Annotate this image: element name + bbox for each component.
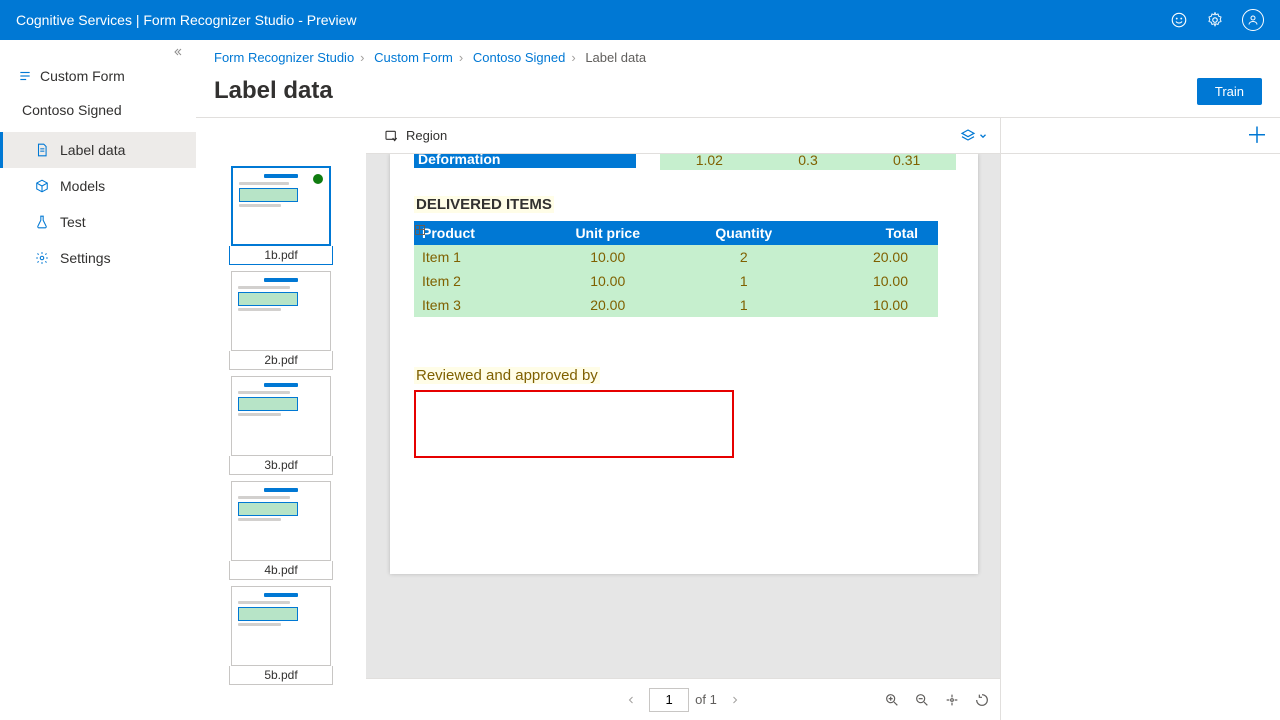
content: 1b.pdf 2b.pdf 3b.pdf — [196, 118, 1280, 720]
thumbnail-item[interactable]: 1b.pdf — [229, 166, 333, 265]
sidebar-item-label: Settings — [60, 250, 111, 266]
breadcrumb: Form Recognizer Studio › Custom Form › Con… — [196, 40, 1280, 69]
thumbnail-label: 1b.pdf — [229, 246, 333, 265]
sidebar-item-label-data[interactable]: Label data — [0, 132, 196, 168]
breadcrumb-link[interactable]: Contoso Signed — [473, 50, 566, 65]
zoom-out-icon[interactable] — [912, 690, 932, 710]
thumbnail-item[interactable]: 3b.pdf — [229, 376, 333, 475]
labels-panel-header: ＋ — [1001, 118, 1280, 154]
thumbnail-item[interactable]: 4b.pdf — [229, 481, 333, 580]
region-tool-button[interactable]: Region — [378, 124, 453, 148]
status-dot-icon — [313, 174, 323, 184]
page-input[interactable] — [649, 688, 689, 712]
table-row: Item 210.00110.00 — [414, 269, 938, 293]
feedback-icon[interactable] — [1170, 11, 1188, 29]
pager-controls: of 1 — [619, 688, 747, 712]
region-tool-label: Region — [406, 128, 447, 143]
fit-screen-icon[interactable] — [942, 690, 962, 710]
breadcrumb-link[interactable]: Custom Form — [374, 50, 453, 65]
table-row: Item 320.00110.00 — [414, 293, 938, 317]
topbar-actions — [1170, 9, 1264, 31]
project-name[interactable]: Contoso Signed — [0, 94, 196, 126]
app-title: Cognitive Services | Form Recognizer Stu… — [16, 12, 1170, 28]
sidebar-item-label: Models — [60, 178, 105, 194]
thumbnail-preview — [231, 376, 331, 456]
thumbnail-preview — [231, 481, 331, 561]
sidebar-item-test[interactable]: Test — [0, 204, 196, 240]
thumbnail-label: 5b.pdf — [229, 666, 333, 685]
thumbnail-preview — [231, 166, 331, 246]
next-page-button[interactable] — [723, 688, 747, 712]
layers-icon — [960, 128, 976, 144]
breadcrumb-current: Label data — [585, 50, 646, 65]
thumbnail-list[interactable]: 1b.pdf 2b.pdf 3b.pdf — [196, 118, 366, 720]
sidebar-item-label: Label data — [60, 142, 125, 158]
table-icon[interactable] — [414, 224, 426, 236]
thumbnail-item[interactable]: 5b.pdf — [229, 586, 333, 685]
thumbnail-label: 2b.pdf — [229, 351, 333, 370]
sidebar-item-label: Test — [60, 214, 86, 230]
cube-icon — [34, 178, 50, 194]
beaker-icon — [34, 214, 50, 230]
table-row-values: 1.02 0.3 0.31 — [660, 154, 956, 170]
thumbnail-item[interactable]: 2b.pdf — [229, 271, 333, 370]
thumbnail-label: 4b.pdf — [229, 561, 333, 580]
thumbnail-preview — [231, 586, 331, 666]
thumbnail-preview — [231, 271, 331, 351]
chevron-right-icon: › — [571, 50, 575, 65]
delivered-items-table: Product Unit price Quantity Total Item 1… — [414, 221, 938, 317]
chevron-right-icon: › — [360, 50, 364, 65]
prev-page-button[interactable] — [619, 688, 643, 712]
add-label-button[interactable]: ＋ — [1246, 125, 1268, 147]
pager-of-label: of 1 — [695, 692, 717, 707]
document-canvas[interactable]: Deformation 1.02 0.3 0.31 DELIVERED ITEM… — [366, 154, 1000, 678]
settings-icon[interactable] — [1206, 11, 1224, 29]
region-icon — [384, 128, 400, 144]
labels-panel: ＋ — [1000, 118, 1280, 720]
signature-region[interactable] — [414, 390, 734, 458]
document-viewer: Region Deformation 1.02 0.3 — [366, 118, 1000, 720]
table-row: Item 110.00220.00 — [414, 245, 938, 269]
table-row-clip: Deformation — [414, 154, 636, 168]
thumbnail-label: 3b.pdf — [229, 456, 333, 475]
rotate-icon[interactable] — [972, 690, 992, 710]
sidebar-category[interactable]: Custom Form — [0, 62, 196, 90]
layers-button[interactable] — [960, 128, 988, 144]
train-button[interactable]: Train — [1197, 78, 1262, 105]
main: Form Recognizer Studio › Custom Form › Con… — [196, 40, 1280, 720]
viewer-toolbar: Region — [366, 118, 1000, 154]
approved-label: Reviewed and approved by — [414, 367, 600, 384]
sidebar: Custom Form Contoso Signed Label data Mo… — [0, 40, 196, 720]
page-header: Label data Train — [196, 69, 1280, 118]
sidebar-item-models[interactable]: Models — [0, 168, 196, 204]
zoom-in-icon[interactable] — [882, 690, 902, 710]
zoom-controls — [882, 690, 992, 710]
list-icon — [18, 69, 32, 83]
page-title: Label data — [214, 77, 1197, 105]
document-icon — [34, 142, 50, 158]
top-bar: Cognitive Services | Form Recognizer Stu… — [0, 0, 1280, 40]
chevron-right-icon: › — [459, 50, 463, 65]
sidebar-item-settings[interactable]: Settings — [0, 240, 196, 276]
breadcrumb-link[interactable]: Form Recognizer Studio — [214, 50, 354, 65]
document-page: Deformation 1.02 0.3 0.31 DELIVERED ITEM… — [390, 154, 978, 574]
collapse-sidebar-icon[interactable] — [0, 40, 196, 58]
chevron-down-icon — [978, 131, 988, 141]
section-title: DELIVERED ITEMS — [414, 196, 554, 213]
sidebar-nav: Label data Models Test Settings — [0, 132, 196, 276]
pager: of 1 — [366, 678, 1000, 720]
sidebar-category-label: Custom Form — [40, 68, 125, 84]
gear-icon — [34, 250, 50, 266]
account-icon[interactable] — [1242, 9, 1264, 31]
